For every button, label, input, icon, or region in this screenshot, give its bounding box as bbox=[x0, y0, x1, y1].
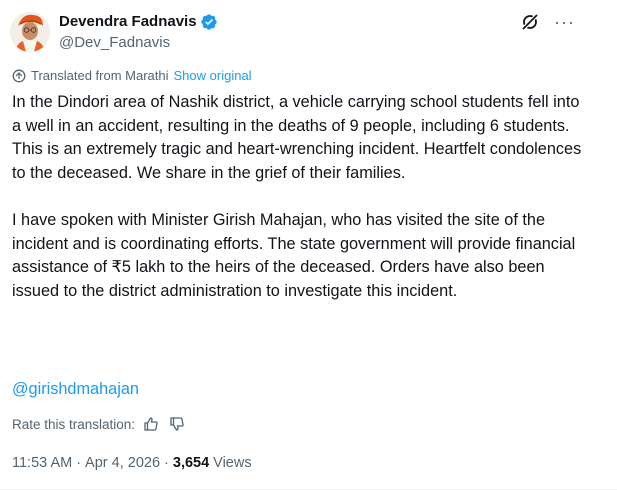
translation-label: Translated from Marathi bbox=[31, 68, 169, 83]
rate-translation-label: Rate this translation: bbox=[12, 416, 136, 432]
header-actions: ··· bbox=[520, 12, 575, 32]
tweet-text: In the Dindori area of Nashik district, … bbox=[12, 91, 582, 303]
grok-icon[interactable] bbox=[520, 12, 540, 32]
translation-notice: Translated from Marathi Show original bbox=[12, 68, 252, 83]
name-row: Devendra Fadnavis bbox=[59, 12, 218, 32]
avatar[interactable] bbox=[10, 12, 50, 52]
author-names: Devendra Fadnavis @Dev_Fadnavis bbox=[59, 12, 218, 53]
meta-separator: · bbox=[164, 455, 169, 471]
views-count[interactable]: 3,654 bbox=[173, 455, 209, 471]
profile-avatar-icon bbox=[10, 12, 50, 52]
tweet-paragraph-2: I have spoken with Minister Girish Mahaj… bbox=[12, 210, 576, 300]
author-handle[interactable]: @Dev_Fadnavis bbox=[59, 33, 218, 53]
tweet-date[interactable]: Apr 4, 2026 bbox=[85, 455, 160, 471]
tweet-meta: 11:53 AM · Apr 4, 2026 · 3,654 Views bbox=[12, 455, 252, 471]
tweet-paragraph-1: In the Dindori area of Nashik district, … bbox=[12, 93, 582, 182]
tweet-time[interactable]: 11:53 AM bbox=[12, 455, 72, 471]
translate-icon bbox=[12, 69, 26, 83]
more-icon[interactable]: ··· bbox=[554, 12, 575, 32]
tweet-header: Devendra Fadnavis @Dev_Fadnavis ··· bbox=[10, 12, 607, 56]
display-name[interactable]: Devendra Fadnavis bbox=[59, 12, 197, 32]
views-label: Views bbox=[213, 455, 252, 471]
show-original-link[interactable]: Show original bbox=[174, 68, 252, 83]
thumbs-down-icon[interactable] bbox=[169, 416, 185, 432]
meta-separator: · bbox=[76, 455, 82, 471]
thumbs-up-icon[interactable] bbox=[143, 416, 159, 432]
rate-translation: Rate this translation: bbox=[12, 416, 185, 432]
verified-badge-icon[interactable] bbox=[200, 13, 218, 31]
mention-link[interactable]: @girishdmahajan bbox=[12, 378, 139, 401]
tweet-card: Devendra Fadnavis @Dev_Fadnavis ··· Tran… bbox=[0, 0, 617, 490]
